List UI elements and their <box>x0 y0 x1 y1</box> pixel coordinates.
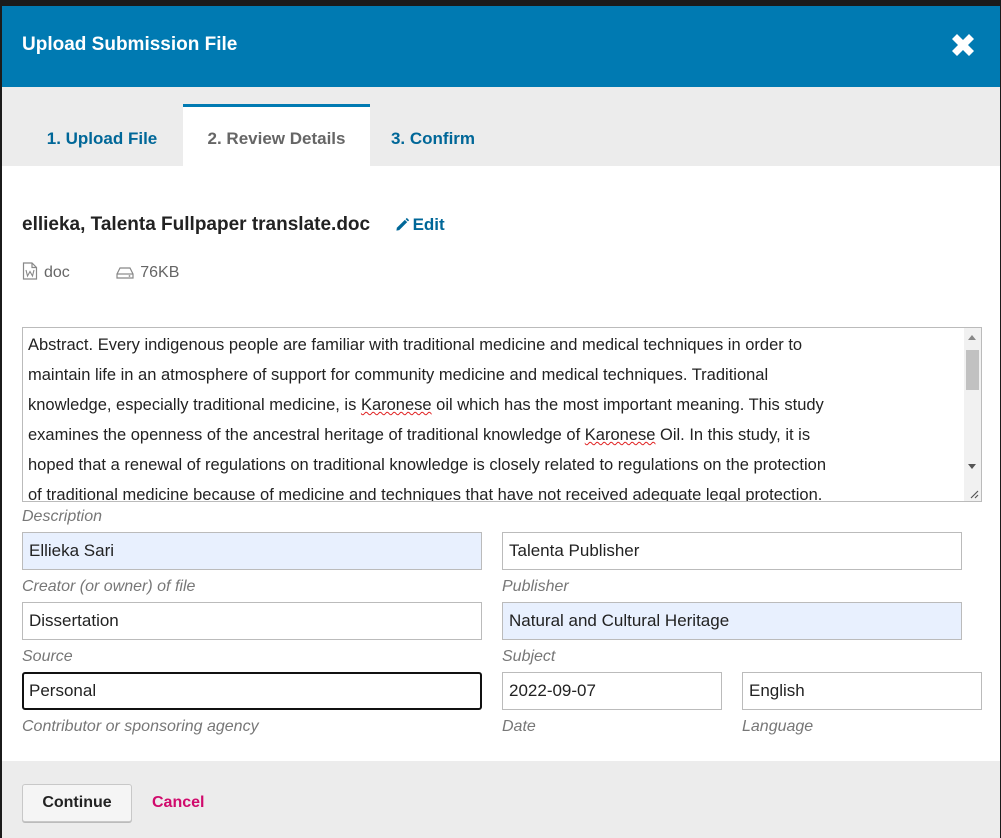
description-line: maintain life in an atmosphere of suppor… <box>28 366 769 384</box>
date-label: Date <box>502 718 536 735</box>
file-type: doc <box>22 262 70 282</box>
file-meta: doc 76KB <box>22 262 221 282</box>
file-name: ellieka, Talenta Fullpaper translate.doc <box>22 214 371 235</box>
file-size: 76KB <box>116 264 179 282</box>
date-input[interactable]: 2022-09-07 <box>502 672 722 710</box>
modal-footer: Continue Cancel <box>2 761 1000 838</box>
description-line: examines the openness of the ancestral h… <box>28 426 811 444</box>
file-type-label: doc <box>44 264 70 281</box>
contributor-label: Contributor or sponsoring agency <box>22 718 259 735</box>
edit-label: Edit <box>412 215 445 234</box>
word-file-icon <box>22 262 38 280</box>
subject-input[interactable]: Natural and Cultural Heritage <box>502 602 962 640</box>
scroll-up-arrow-icon[interactable] <box>968 335 976 340</box>
hard-drive-icon <box>116 267 134 279</box>
scroll-thumb[interactable] <box>966 350 979 390</box>
tab-upload-file[interactable]: 1. Upload File <box>22 107 182 166</box>
resize-grip-icon[interactable] <box>969 489 979 499</box>
description-line: of traditional medicine because of medic… <box>28 486 823 502</box>
language-input[interactable]: English <box>742 672 982 710</box>
description-line: knowledge, especially traditional medici… <box>28 396 824 414</box>
modal-title: Upload Submission File <box>22 34 238 55</box>
contributor-input[interactable]: Personal <box>22 672 482 710</box>
language-label: Language <box>742 718 814 735</box>
edit-file-name-link[interactable]: Edit <box>395 215 445 235</box>
description-line: Abstract. Every indigenous people are fa… <box>28 336 803 354</box>
description-scrollbar[interactable] <box>964 328 981 501</box>
tab-confirm[interactable]: 3. Confirm <box>374 107 492 166</box>
modal-header: Upload Submission File <box>2 6 1000 87</box>
description-textarea[interactable]: Abstract. Every indigenous people are fa… <box>22 327 982 502</box>
description-text: Abstract. Every indigenous people are fa… <box>28 330 948 502</box>
description-line: hoped that a renewal of regulations on t… <box>28 456 827 474</box>
close-button[interactable] <box>948 30 978 60</box>
publisher-label: Publisher <box>502 578 569 595</box>
publisher-input[interactable]: Talenta Publisher <box>502 532 962 570</box>
cancel-link[interactable]: Cancel <box>152 794 204 812</box>
file-size-label: 76KB <box>140 264 180 281</box>
file-title-row: ellieka, Talenta Fullpaper translate.doc… <box>22 214 445 236</box>
tab-review-details[interactable]: 2. Review Details <box>183 104 370 169</box>
misspelled-word: Karonese <box>360 396 432 414</box>
scroll-down-arrow-icon[interactable] <box>968 464 976 469</box>
creator-input[interactable]: Ellieka Sari <box>22 532 482 570</box>
subject-label: Subject <box>502 648 556 665</box>
continue-button[interactable]: Continue <box>22 784 132 822</box>
source-input[interactable]: Dissertation <box>22 602 482 640</box>
source-label: Source <box>22 648 73 665</box>
wizard-tabs: 1. Upload File 2. Review Details 3. Conf… <box>2 87 1000 169</box>
upload-submission-file-modal: Upload Submission File 1. Upload File 2.… <box>2 6 1000 838</box>
creator-label: Creator (or owner) of file <box>22 578 196 595</box>
close-icon <box>952 34 974 56</box>
pencil-icon <box>395 217 409 231</box>
description-label: Description <box>22 508 103 525</box>
misspelled-word: Karonese <box>584 426 656 444</box>
